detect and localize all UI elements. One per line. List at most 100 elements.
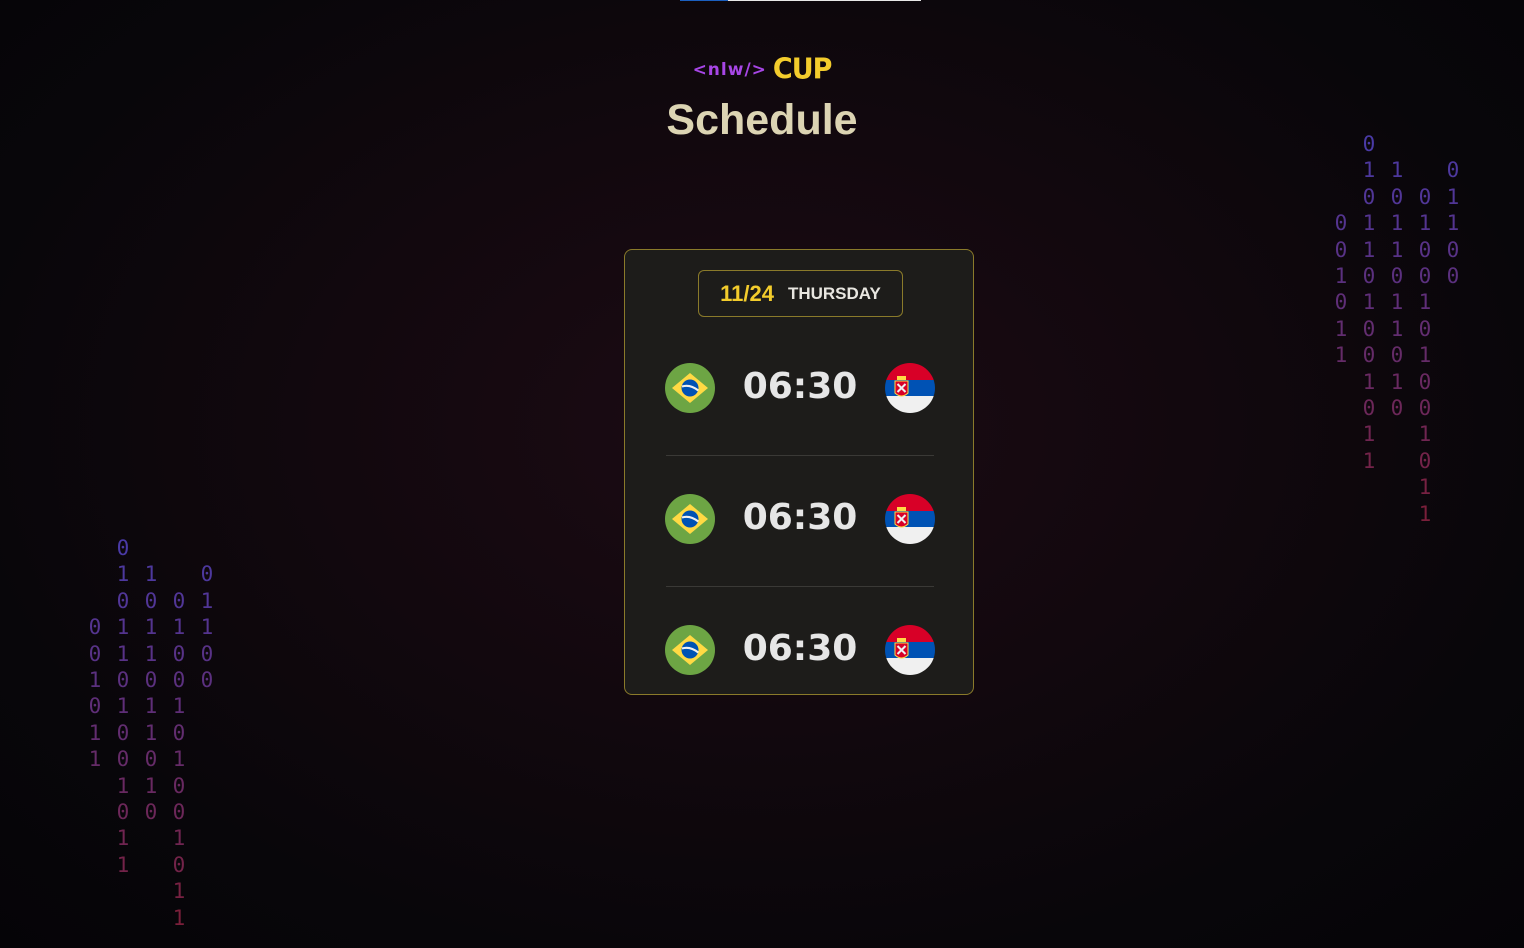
match-time: 06:30 [742,628,858,669]
binary-digit: 0 [1446,264,1460,288]
binary-digit: 0 [144,588,158,613]
binary-digit: 0 [1362,132,1376,156]
binary-digit: 1 [144,720,158,745]
binary-digit: 0 [1446,158,1460,183]
binary-digit: 1 [88,720,102,745]
binary-digit: 1 [172,747,186,772]
binary-digit: 1 [116,615,130,640]
match-time: 06:30 [742,366,858,407]
binary-digit: 0 [200,562,214,587]
binary-digit: 0 [1362,396,1376,420]
match-row[interactable]: 06:30 [665,362,935,414]
serbia-flag-icon [885,625,935,675]
binary-digit: 0 [172,588,186,613]
binary-digit: 1 [116,694,130,719]
binary-digit: 1 [1362,290,1376,315]
binary-digit: 1 [1390,290,1404,315]
brazil-flag-icon [665,625,715,675]
binary-digit: 1 [172,826,186,851]
binary-digit: 1 [172,694,186,719]
brazil-flag-icon [665,494,715,544]
binary-digit: 0 [172,720,186,745]
binary-digit: 0 [116,747,130,772]
match-row[interactable]: 06:30 [665,624,935,676]
binary-digit: 1 [144,773,158,798]
binary-digit: 1 [1418,501,1432,526]
binary-digit: 1 [200,588,214,613]
binary-digit: 0 [88,641,102,666]
binary-digit: 0 [116,800,130,824]
binary-digit: 0 [172,852,186,877]
binary-digit: 1 [116,852,130,877]
binary-digit: 1 [1390,211,1404,236]
binary-digit: 1 [116,562,130,587]
binary-digit: 1 [116,773,130,798]
binary-digit: 0 [1334,237,1348,262]
binary-digit: 0 [144,747,158,772]
binary-digit: 1 [1390,237,1404,262]
binary-digit: 0 [116,720,130,745]
binary-digit: 0 [1334,290,1348,315]
schedule-card: 11/24 THURSDAY 06:30 06:30 06:30 [624,249,974,695]
brazil-flag-icon [665,363,715,413]
binary-digit: 0 [200,668,214,692]
binary-digit: 0 [1418,184,1432,209]
binary-digit: 1 [144,694,158,719]
binary-digit: 0 [116,668,130,692]
binary-digit: 0 [172,641,186,666]
logo-cup: CUP [772,53,833,86]
match-weekday: THURSDAY [787,283,881,303]
match-divider [666,455,934,456]
binary-digit: 1 [88,668,102,692]
binary-digit: 0 [1418,396,1432,420]
binary-digit: 0 [116,536,130,560]
binary-digit: 1 [1418,211,1432,236]
binary-digit: 0 [1418,448,1432,473]
binary-digit: 0 [1418,369,1432,394]
binary-digit: 1 [1334,316,1348,341]
binary-digit: 0 [172,668,186,692]
binary-digit: 0 [144,668,158,692]
match-date: 11/24 [720,280,774,306]
binary-digit: 0 [88,615,102,640]
binary-digit: 1 [200,615,214,640]
binary-digit: 1 [144,641,158,666]
binary-digit: 1 [1446,184,1460,209]
binary-digit: 1 [1418,343,1432,368]
binary-digit: 1 [1362,369,1376,394]
binary-digit: 1 [1362,422,1376,447]
binary-digit: 1 [1418,422,1432,447]
binary-digit: 1 [172,615,186,640]
match-row[interactable]: 06:30 [665,493,935,545]
binary-digit: 0 [1362,316,1376,341]
logo-prefix: <nlw/> [692,59,767,80]
binary-digit: 0 [1446,237,1460,262]
binary-digit: 0 [1390,396,1404,420]
serbia-flag-icon [885,363,935,413]
binary-digit: 0 [1362,264,1376,288]
binary-digit: 1 [1446,211,1460,236]
binary-digit: 0 [88,694,102,719]
binary-digit: 1 [144,562,158,587]
top-progress-bar [680,0,921,1]
page-title: Schedule [666,96,858,144]
binary-digit: 0 [1418,316,1432,341]
binary-digit: 1 [1390,369,1404,394]
binary-digit: 1 [1418,290,1432,315]
binary-digit: 0 [1418,237,1432,262]
match-divider [666,586,934,587]
binary-digit: 1 [144,615,158,640]
binary-digit: 1 [1362,158,1376,183]
serbia-flag-icon [885,494,935,544]
binary-digit: 1 [1390,158,1404,183]
binary-digit: 1 [1334,264,1348,288]
binary-digit: 0 [1390,343,1404,368]
binary-digit: 0 [1362,343,1376,368]
binary-digit: 0 [1390,264,1404,288]
binary-digit: 0 [172,800,186,824]
binary-digit: 1 [1418,475,1432,500]
binary-digit: 1 [88,747,102,772]
binary-digit: 1 [116,826,130,851]
binary-digit: 0 [116,588,130,613]
binary-digit: 0 [172,773,186,798]
